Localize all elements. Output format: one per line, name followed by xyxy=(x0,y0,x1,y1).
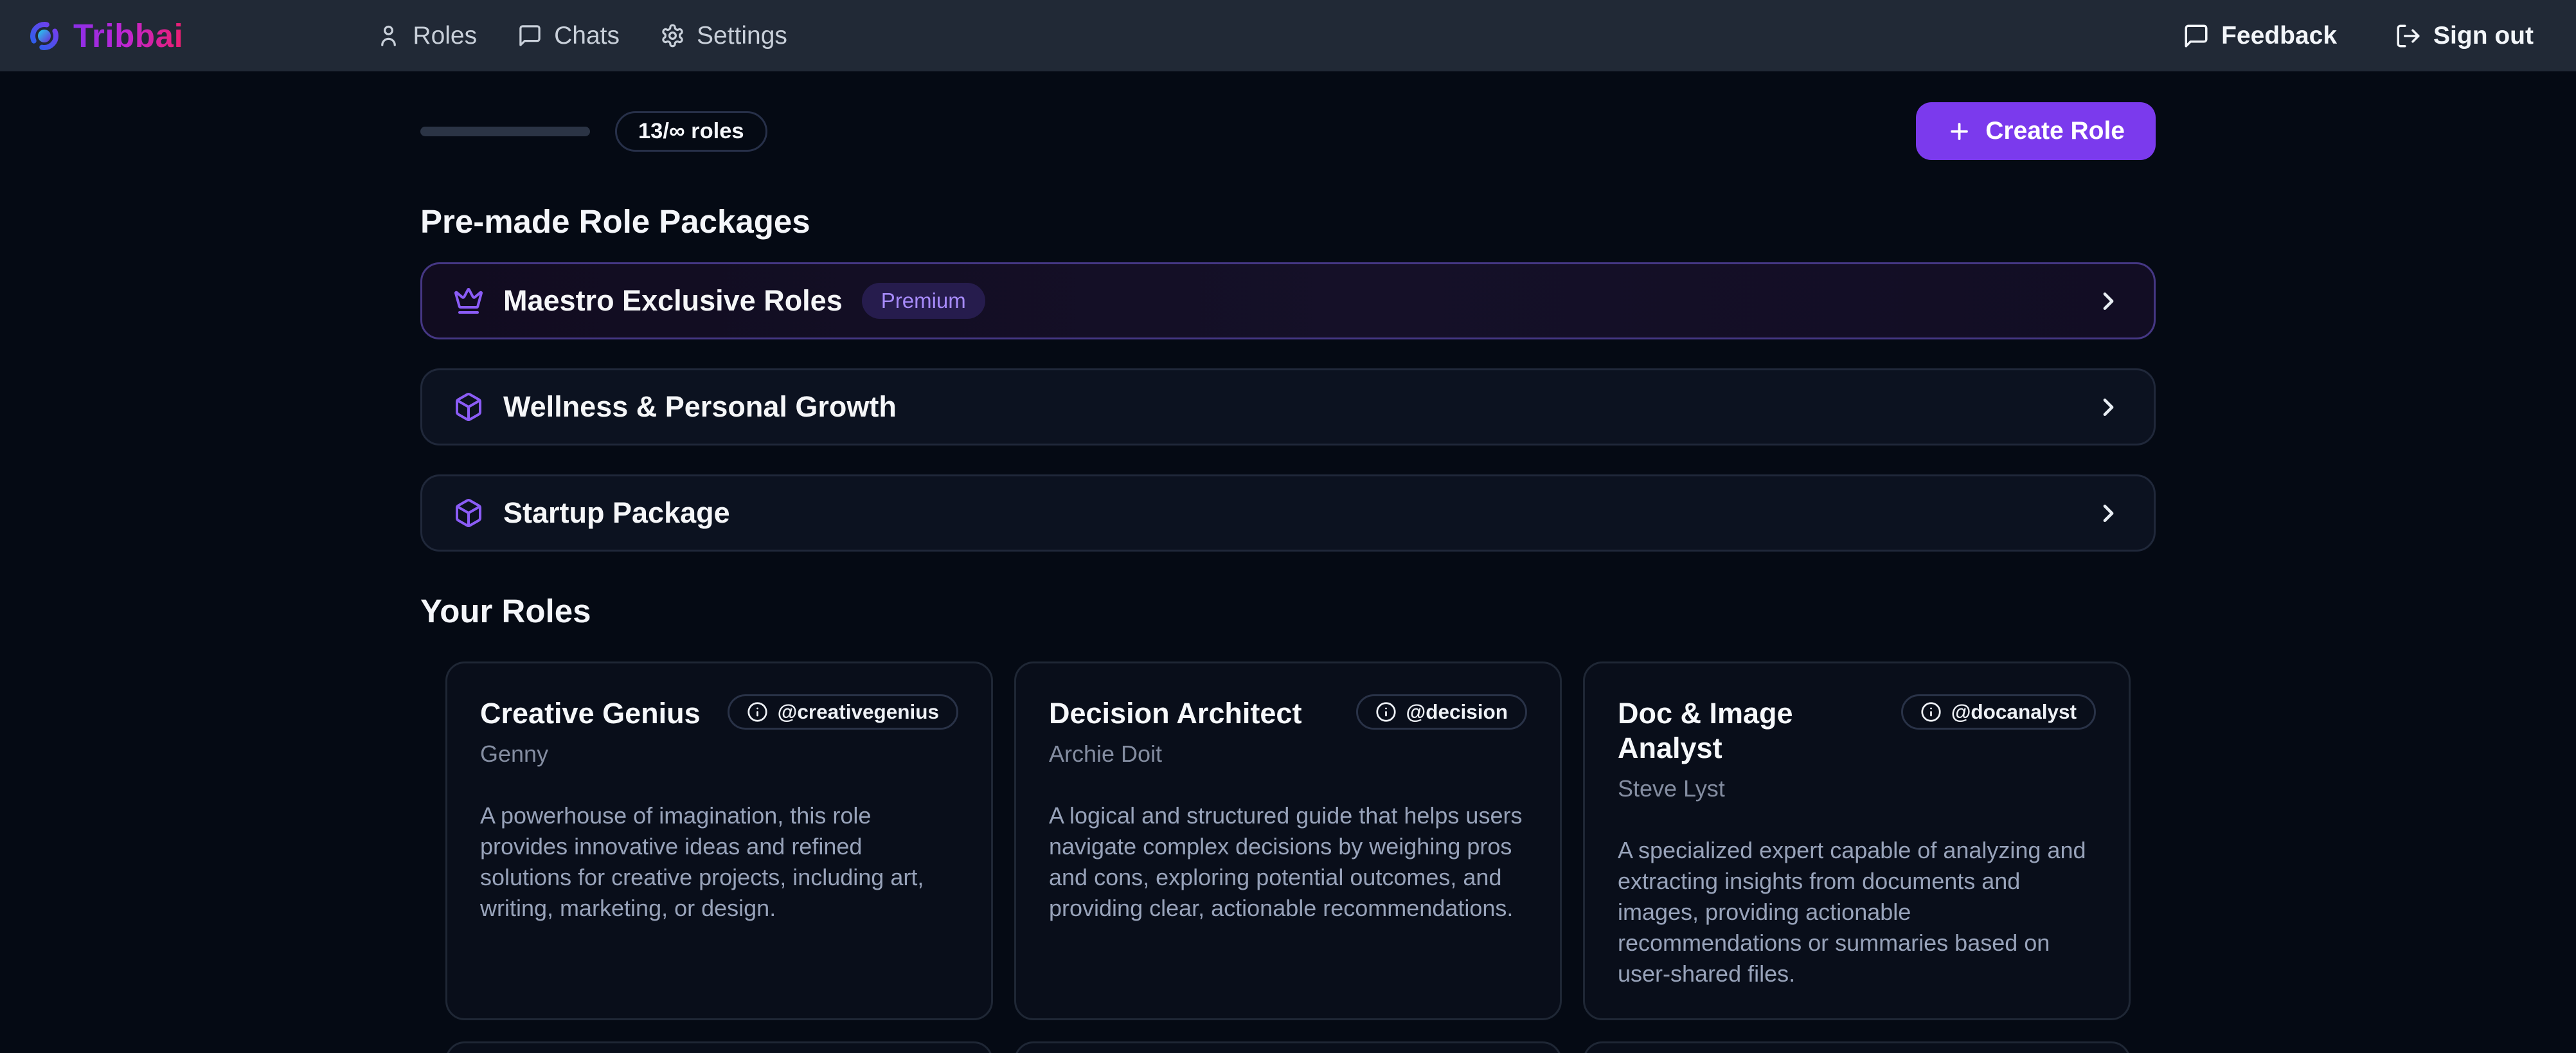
chat-icon xyxy=(2183,22,2210,50)
role-title: Creative Genius xyxy=(480,696,701,731)
sign-out-label: Sign out xyxy=(2433,22,2534,50)
create-role-button[interactable]: Create Role xyxy=(1916,102,2156,160)
chevron-right-icon xyxy=(2094,393,2123,422)
chevron-right-icon xyxy=(2094,499,2123,528)
packages-heading: Pre-made Role Packages xyxy=(420,203,2156,241)
main-content: 13/∞ roles Create Role Pre-made Role Pac… xyxy=(420,102,2156,1053)
role-handle-badge[interactable]: @docanalyst xyxy=(1901,694,2096,730)
role-description: A specialized expert capable of analyzin… xyxy=(1618,835,2096,989)
role-card-decision-architect[interactable]: Decision Architect @decision Archie Doit… xyxy=(1014,662,1562,1020)
roles-toolbar: 13/∞ roles Create Role xyxy=(420,102,2156,160)
info-icon xyxy=(1375,701,1397,723)
role-card-doc-image-analyst[interactable]: Doc & Image Analyst @docanalyst Steve Ly… xyxy=(1583,662,2131,1020)
user-icon xyxy=(376,23,401,48)
top-bar: Tribbai Roles Chats Settings xyxy=(0,0,2576,71)
nav-label: Chats xyxy=(554,22,620,50)
nav-label: Roles xyxy=(413,22,477,50)
package-row-maestro[interactable]: Maestro Exclusive Roles Premium xyxy=(420,262,2156,339)
create-role-label: Create Role xyxy=(1985,117,2125,145)
nav-item-chats[interactable]: Chats xyxy=(517,22,620,50)
roles-grid: Creative Genius @creativegenius Genny A … xyxy=(420,662,2156,1053)
info-icon xyxy=(1920,701,1942,723)
brand-logo-icon xyxy=(29,21,60,51)
roles-progress-bar xyxy=(420,127,590,136)
package-row-startup[interactable]: Startup Package xyxy=(420,474,2156,552)
role-subtitle: Archie Doit xyxy=(1049,741,1527,768)
plus-icon xyxy=(1947,119,1972,144)
role-card-partial[interactable] xyxy=(445,1041,993,1053)
package-row-wellness[interactable]: Wellness & Personal Growth xyxy=(420,368,2156,446)
topbar-actions: Feedback Sign out xyxy=(2183,22,2534,50)
role-card-creative-genius[interactable]: Creative Genius @creativegenius Genny A … xyxy=(445,662,993,1020)
role-card-partial[interactable] xyxy=(1014,1041,1562,1053)
feedback-button[interactable]: Feedback xyxy=(2183,22,2337,50)
app-root: Tribbai Roles Chats Settings xyxy=(0,0,2576,1053)
brand-logo[interactable]: Tribbai xyxy=(29,17,183,55)
package-title: Startup Package xyxy=(503,496,730,530)
chevron-right-icon xyxy=(2094,287,2123,316)
role-title: Decision Architect xyxy=(1049,696,1301,731)
premium-badge: Premium xyxy=(862,283,985,319)
sign-out-button[interactable]: Sign out xyxy=(2395,22,2534,50)
role-description: A logical and structured guide that help… xyxy=(1049,800,1527,924)
crown-icon xyxy=(453,285,484,316)
role-handle: @docanalyst xyxy=(1951,700,2077,724)
role-handle: @creativegenius xyxy=(778,700,939,724)
package-title: Wellness & Personal Growth xyxy=(503,390,897,424)
role-quota-group: 13/∞ roles xyxy=(420,111,767,152)
nav-item-roles[interactable]: Roles xyxy=(376,22,477,50)
primary-nav: Roles Chats Settings xyxy=(376,22,787,50)
role-handle: @decision xyxy=(1406,700,1508,724)
role-card-partial[interactable] xyxy=(1583,1041,2131,1053)
package-icon xyxy=(453,498,484,528)
nav-label: Settings xyxy=(697,22,787,50)
info-icon xyxy=(747,701,768,723)
role-description: A powerhouse of imagination, this role p… xyxy=(480,800,958,924)
gear-icon xyxy=(660,23,685,48)
role-subtitle: Steve Lyst xyxy=(1618,775,2096,802)
role-handle-badge[interactable]: @creativegenius xyxy=(728,694,958,730)
package-title: Maestro Exclusive Roles xyxy=(503,284,843,318)
chat-icon xyxy=(517,23,542,48)
role-handle-badge[interactable]: @decision xyxy=(1356,694,1528,730)
roles-count-badge: 13/∞ roles xyxy=(615,111,767,152)
logout-icon xyxy=(2395,22,2422,50)
your-roles-heading: Your Roles xyxy=(420,592,2156,631)
brand-name: Tribbai xyxy=(73,17,183,55)
role-subtitle: Genny xyxy=(480,741,958,768)
feedback-label: Feedback xyxy=(2221,22,2337,50)
package-icon xyxy=(453,392,484,422)
role-title: Doc & Image Analyst xyxy=(1618,696,1886,766)
nav-item-settings[interactable]: Settings xyxy=(660,22,787,50)
